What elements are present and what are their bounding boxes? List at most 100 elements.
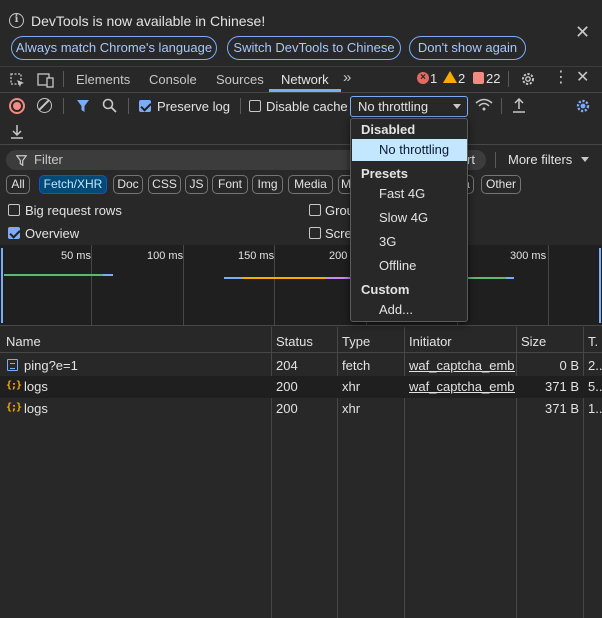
- request-status: 200: [276, 401, 298, 416]
- filter-funnel-small-icon: [15, 154, 28, 168]
- table-row[interactable]: ping?e=1 204 fetch waf_captcha_embe 0 B …: [0, 354, 602, 376]
- request-initiator-link[interactable]: waf_captcha_embe: [409, 358, 515, 373]
- chip-fetch-xhr[interactable]: Fetch/XHR: [39, 175, 107, 194]
- request-name: logs: [24, 401, 48, 416]
- column-header-name[interactable]: Name: [6, 334, 41, 349]
- match-chrome-language-button[interactable]: Always match Chrome's language: [11, 36, 217, 60]
- disable-cache-label: Disable cache: [266, 99, 348, 114]
- timeline-tick: 100 ms: [147, 250, 184, 262]
- error-count[interactable]: 1: [430, 71, 437, 86]
- settings-gear-icon[interactable]: [520, 71, 536, 89]
- warning-icon[interactable]: [443, 71, 457, 83]
- overview-left-handle[interactable]: [1, 248, 4, 323]
- more-options-icon[interactable]: ⋮: [553, 70, 569, 86]
- chip-font[interactable]: Font: [212, 175, 248, 194]
- close-devtools-icon[interactable]: ✕: [576, 70, 589, 86]
- throttling-dropdown-menu: Disabled No throttling Presets Fast 4G S…: [350, 118, 468, 322]
- throttling-select[interactable]: No throttling: [350, 96, 468, 117]
- request-name: ping?e=1: [24, 358, 78, 373]
- clear-icon[interactable]: [37, 98, 52, 113]
- more-tabs-icon[interactable]: »: [343, 70, 351, 85]
- big-request-rows-checkbox[interactable]: [8, 204, 20, 216]
- screenshots-label: Scre: [325, 226, 352, 241]
- table-row[interactable]: {;} logs 200 xhr 371 B 1...: [0, 398, 602, 420]
- issues-icon[interactable]: [473, 72, 484, 84]
- request-type: xhr: [342, 401, 361, 416]
- request-status: 204: [276, 358, 298, 373]
- chip-doc[interactable]: Doc: [113, 175, 143, 194]
- chip-img[interactable]: Img: [252, 175, 283, 194]
- column-header-size[interactable]: Size: [521, 334, 546, 349]
- timeline-request-bar: [4, 274, 103, 276]
- menu-item-fast-4g[interactable]: Fast 4G: [352, 183, 467, 205]
- timeline-request-bar: [468, 277, 506, 279]
- column-header-initiator[interactable]: Initiator: [409, 334, 452, 349]
- disable-cache-checkbox[interactable]: [249, 100, 261, 112]
- chip-other[interactable]: Other: [481, 175, 521, 194]
- language-infobar: i DevTools is now available in Chinese! …: [0, 0, 602, 65]
- import-har-icon[interactable]: [512, 97, 526, 115]
- search-icon[interactable]: [102, 98, 117, 115]
- screenshots-checkbox[interactable]: [309, 227, 321, 239]
- switch-to-chinese-button[interactable]: Switch DevTools to Chinese: [227, 36, 401, 60]
- table-row[interactable]: {;} logs 200 xhr waf_captcha_embe 371 B …: [0, 376, 602, 398]
- timeline-tick: 50 ms: [61, 250, 91, 262]
- export-har-icon[interactable]: [10, 124, 24, 141]
- network-conditions-wifi-icon[interactable]: [475, 98, 493, 115]
- network-overview[interactable]: 50 ms 100 ms 150 ms 200 ms 300 ms: [0, 245, 602, 326]
- tab-elements[interactable]: Elements: [76, 72, 130, 87]
- timeline-request-bar: [506, 277, 514, 279]
- toolbar-separator: [501, 98, 502, 114]
- toolbar-separator: [128, 98, 129, 114]
- preserve-log-checkbox[interactable]: [139, 100, 151, 112]
- chip-css[interactable]: CSS: [148, 175, 181, 194]
- error-icon[interactable]: ×: [417, 72, 429, 84]
- inspect-element-icon[interactable]: [10, 73, 26, 91]
- xhr-icon: {;}: [6, 402, 22, 413]
- warning-count[interactable]: 2: [458, 71, 465, 86]
- column-header-type[interactable]: Type: [342, 334, 370, 349]
- request-initiator-link[interactable]: waf_captcha_embe: [409, 379, 515, 394]
- timeline-tick: 300 ms: [510, 250, 547, 262]
- document-icon: [7, 359, 18, 371]
- chip-media[interactable]: Media: [288, 175, 333, 194]
- filter-funnel-icon[interactable]: [76, 99, 90, 115]
- tab-separator: [63, 71, 64, 87]
- tab-console[interactable]: Console: [149, 72, 197, 87]
- chip-all[interactable]: All: [6, 175, 30, 194]
- request-size: 371 B: [545, 379, 579, 394]
- menu-item-slow-4g[interactable]: Slow 4G: [352, 207, 467, 229]
- group-by-frame-checkbox[interactable]: [309, 204, 321, 216]
- chip-js[interactable]: JS: [185, 175, 208, 194]
- invert-label-partial[interactable]: rt: [467, 152, 475, 167]
- more-filters-button[interactable]: More filters: [508, 152, 572, 167]
- timeline-gridline: [274, 245, 275, 326]
- timeline-request-bar: [326, 277, 350, 279]
- timeline-gridline: [548, 245, 549, 326]
- request-time: 1...: [588, 401, 602, 416]
- timeline-request-bar: [242, 277, 326, 279]
- timeline-request-bar: [224, 277, 242, 279]
- device-toolbar-icon[interactable]: [37, 73, 54, 90]
- menu-item-offline[interactable]: Offline: [352, 255, 467, 277]
- network-settings-gear-icon[interactable]: [575, 98, 591, 116]
- preserve-log-label: Preserve log: [157, 99, 230, 114]
- close-icon[interactable]: ✕: [575, 23, 590, 41]
- timeline-request-bar: [103, 274, 113, 276]
- stop-recording-icon[interactable]: [9, 98, 25, 114]
- tab-sources[interactable]: Sources: [216, 72, 264, 87]
- dont-show-again-button[interactable]: Don't show again: [409, 36, 526, 60]
- issues-count[interactable]: 22: [486, 71, 500, 86]
- menu-item-3g[interactable]: 3G: [352, 231, 467, 253]
- column-header-status[interactable]: Status: [276, 334, 313, 349]
- tab-network[interactable]: Network: [281, 72, 329, 87]
- infobar-message: DevTools is now available in Chinese!: [31, 13, 266, 29]
- timeline-gridline: [91, 245, 92, 326]
- active-tab-indicator: [269, 89, 341, 92]
- overview-right-handle[interactable]: [598, 248, 601, 323]
- overview-checkbox[interactable]: [8, 227, 20, 239]
- menu-item-add-custom[interactable]: Add...: [352, 299, 467, 321]
- request-size: 371 B: [545, 401, 579, 416]
- column-header-time[interactable]: T.: [588, 334, 598, 349]
- menu-item-no-throttling[interactable]: No throttling: [352, 139, 467, 161]
